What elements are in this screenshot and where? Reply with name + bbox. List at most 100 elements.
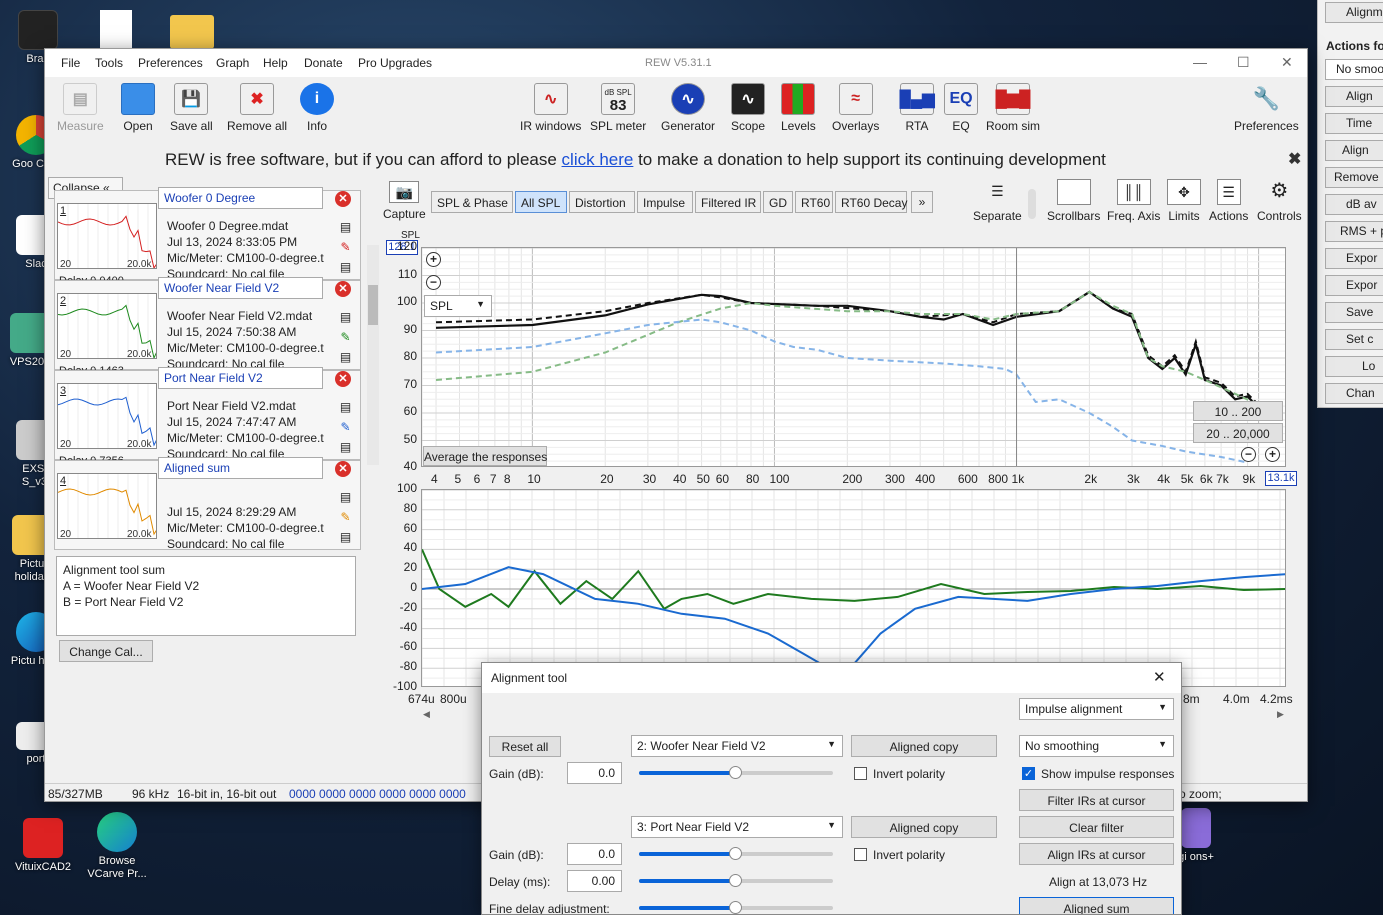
preferences-button[interactable]: 🔧 Preferences xyxy=(1234,83,1299,133)
right-panel-button[interactable]: Lo xyxy=(1325,356,1383,377)
pencil-icon[interactable]: ✎ xyxy=(339,241,352,254)
notes-icon[interactable]: ▤ xyxy=(339,261,352,274)
gain-a-input[interactable]: 0.0 xyxy=(567,762,622,784)
banner-close-icon[interactable]: ✖ xyxy=(1288,149,1301,169)
levels-button[interactable]: Levels xyxy=(781,83,816,133)
tab-impulse[interactable]: Impulse xyxy=(637,191,693,213)
delete-measurement-icon[interactable]: ✕ xyxy=(335,371,351,387)
aligned-copy-a-button[interactable]: Aligned copy xyxy=(851,735,997,757)
tabs-more-icon[interactable]: » xyxy=(911,191,933,213)
aligned-sum-button[interactable]: Aligned sum xyxy=(1019,897,1174,914)
measurement-a-select[interactable]: 2: Woofer Near Field V2 ▼ xyxy=(631,735,843,757)
rta-button[interactable]: █▄▆ RTA xyxy=(900,83,935,133)
spl-plot[interactable] xyxy=(421,247,1286,467)
gain-b-input[interactable]: 0.0 xyxy=(567,843,622,865)
right-panel-button[interactable]: Alignm xyxy=(1325,2,1383,23)
spl-select[interactable]: SPL ▼ xyxy=(424,295,492,317)
alignment-mode-select[interactable]: Impulse alignment ▼ xyxy=(1019,698,1174,720)
open-button[interactable]: Open xyxy=(121,83,155,133)
measurement-name-field[interactable]: Port Near Field V2 xyxy=(158,367,323,389)
menu-file[interactable]: File xyxy=(61,56,80,70)
close-icon[interactable]: ✕ xyxy=(1281,54,1293,71)
tab-gd[interactable]: GD xyxy=(763,191,793,213)
generator-button[interactable]: ∿ Generator xyxy=(661,83,715,133)
right-panel-button[interactable]: RMS + p xyxy=(1325,221,1383,242)
minimize-icon[interactable]: — xyxy=(1193,54,1207,70)
change-cal-button[interactable]: Change Cal... xyxy=(59,640,153,662)
invert-polarity-b-checkbox[interactable] xyxy=(854,848,867,861)
measurement-item[interactable]: 1 20 20.0k Woofer 0 Degree ✕ Woofer 0 Degree.… xyxy=(54,187,361,281)
measurement-notes[interactable]: Alignment tool sum A = Woofer Near Field… xyxy=(56,556,356,636)
close-icon[interactable]: ✕ xyxy=(1153,668,1166,686)
eq-button[interactable]: EQ EQ xyxy=(944,83,978,133)
invert-polarity-a-checkbox[interactable] xyxy=(854,767,867,780)
right-panel-button[interactable]: Chan xyxy=(1325,383,1383,404)
show-impulse-checkbox[interactable]: ✓ xyxy=(1022,767,1035,780)
scroll-right-icon[interactable]: ▶ xyxy=(1277,709,1284,720)
folder-icon[interactable] xyxy=(170,15,214,49)
controls-button[interactable]: ⚙ Controls xyxy=(1257,179,1302,223)
tab-filtered-ir[interactable]: Filtered IR xyxy=(695,191,761,213)
right-panel-select[interactable]: No smootl xyxy=(1325,59,1383,80)
measurement-name-field[interactable]: Woofer Near Field V2 xyxy=(158,277,323,299)
menu-preferences[interactable]: Preferences xyxy=(138,56,203,70)
notes-icon[interactable]: ▤ xyxy=(339,441,352,454)
right-panel-button[interactable]: Remove xyxy=(1325,167,1383,188)
tab-rt60[interactable]: RT60 xyxy=(795,191,833,213)
measurement-name-field[interactable]: Aligned sum xyxy=(158,457,323,479)
delete-measurement-icon[interactable]: ✕ xyxy=(335,461,351,477)
delay-b-input[interactable]: 0.00 xyxy=(567,870,622,892)
tab-spl-phase[interactable]: SPL & Phase xyxy=(431,191,513,213)
desktop-icon-edge-browse[interactable]: Browse VCarve Pr... xyxy=(84,812,150,881)
zoom-out-icon[interactable]: − xyxy=(1241,447,1256,462)
tab-rt60-decay[interactable]: RT60 Decay xyxy=(835,191,907,213)
save-all-button[interactable]: 💾 Save all xyxy=(170,83,213,133)
right-panel-button[interactable]: Align xyxy=(1325,86,1383,107)
right-panel-button[interactable]: Align xyxy=(1325,140,1383,161)
tab-distortion[interactable]: Distortion xyxy=(569,191,635,213)
average-responses-button[interactable]: Average the responses xyxy=(423,446,547,466)
zoom-out-icon[interactable]: − xyxy=(426,275,441,290)
clear-filter-button[interactable]: Clear filter xyxy=(1019,816,1174,838)
info-button[interactable]: i Info xyxy=(300,83,334,133)
spl-meter-button[interactable]: dB SPL 83 SPL meter xyxy=(590,83,646,133)
menu-pro-upgrades[interactable]: Pro Upgrades xyxy=(358,56,432,70)
capture-button[interactable]: 📷 Capture xyxy=(383,181,426,221)
tab-all-spl[interactable]: All SPL xyxy=(515,191,567,213)
fine-delay-slider[interactable] xyxy=(639,901,833,914)
right-panel-button[interactable]: dB av xyxy=(1325,194,1383,215)
right-panel-button[interactable]: Time xyxy=(1325,113,1383,134)
donate-link[interactable]: click here xyxy=(562,150,634,169)
desktop-icon-plugin[interactable]: gi ons+ xyxy=(1176,808,1216,864)
menu-tools[interactable]: Tools xyxy=(95,56,123,70)
gain-b-slider[interactable] xyxy=(639,847,833,860)
reset-all-button[interactable]: Reset all xyxy=(489,736,561,757)
overlays-button[interactable]: ≈ Overlays xyxy=(832,83,879,133)
gain-a-slider[interactable] xyxy=(639,766,833,779)
menu-donate[interactable]: Donate xyxy=(304,56,343,70)
phase-plot[interactable] xyxy=(421,489,1286,687)
measurement-list-scrollbar[interactable] xyxy=(367,245,379,465)
notes-icon[interactable]: ▤ xyxy=(339,531,352,544)
pencil-icon[interactable]: ✎ xyxy=(339,511,352,524)
actions-button[interactable]: ☰ Actions xyxy=(1209,179,1248,223)
scrollbars-button[interactable]: Scrollbars xyxy=(1047,179,1100,223)
measurement-name-field[interactable]: Woofer 0 Degree xyxy=(158,187,323,209)
align-irs-button[interactable]: Align IRs at cursor xyxy=(1019,843,1174,865)
notes-icon[interactable]: ▤ xyxy=(339,351,352,364)
measurement-item[interactable]: 2 20 20.0k Woofer Near Field V2 ✕ Woofer Near… xyxy=(54,277,361,371)
freq-axis-button[interactable]: ║║ Freq. Axis xyxy=(1107,179,1160,223)
right-panel-button[interactable]: Expor xyxy=(1325,248,1383,269)
measurement-info-icon[interactable]: ▤ xyxy=(339,221,352,234)
separate-toggle[interactable] xyxy=(1028,189,1036,219)
measurement-b-select[interactable]: 3: Port Near Field V2 ▼ xyxy=(631,816,843,838)
ir-windows-button[interactable]: ∿ IR windows xyxy=(520,83,581,133)
scroll-left-icon[interactable]: ◀ xyxy=(423,709,430,720)
pencil-icon[interactable]: ✎ xyxy=(339,421,352,434)
right-panel-button[interactable]: Save xyxy=(1325,302,1383,323)
separate-button[interactable]: ☰ Separate xyxy=(973,179,1022,223)
zoom-20-20000-button[interactable]: 20 .. 20,000 xyxy=(1193,423,1283,443)
filter-irs-button[interactable]: Filter IRs at cursor xyxy=(1019,789,1174,811)
zoom-in-icon[interactable]: + xyxy=(1265,447,1280,462)
measurement-info-icon[interactable]: ▤ xyxy=(339,311,352,324)
